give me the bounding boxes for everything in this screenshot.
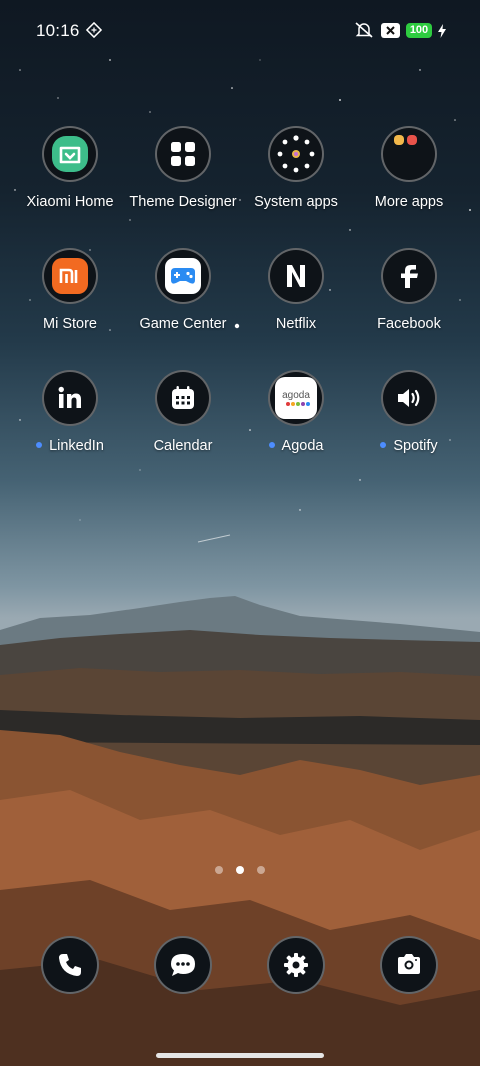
app-label-with-new-dot: LinkedIn [14, 438, 126, 454]
charging-bolt-icon [438, 24, 446, 43]
xiaomi-home-icon [42, 126, 98, 182]
app-facebook[interactable]: Facebook [353, 248, 465, 332]
gesture-home-bar[interactable] [156, 1053, 324, 1058]
folder-label: More apps [374, 194, 444, 210]
app-label: Theme Designer [129, 194, 237, 210]
linkedin-icon [42, 370, 98, 426]
spotify-icon [381, 370, 437, 426]
app-label: Spotify [393, 438, 438, 454]
sim-disabled-icon [381, 23, 400, 43]
app-xiaomi-home[interactable]: Xiaomi Home [14, 126, 126, 210]
app-mi-store[interactable]: Mi Store [14, 248, 126, 332]
status-time: 10:16 [36, 21, 80, 40]
app-label: Calendar [153, 438, 213, 454]
dock-messages[interactable] [127, 936, 239, 994]
silent-mode-icon [354, 21, 374, 44]
app-label: Facebook [377, 316, 441, 332]
mi-store-icon [42, 248, 98, 304]
battery-level: 100 [406, 23, 432, 38]
app-label: Agoda [281, 438, 324, 454]
agoda-logo-text: agoda [282, 390, 310, 401]
game-center-icon [155, 248, 211, 304]
more-apps-folder-icon [381, 126, 437, 182]
settings-icon [267, 936, 325, 994]
app-label: LinkedIn [49, 438, 104, 454]
app-label: Xiaomi Home [26, 194, 114, 210]
dock-phone[interactable] [14, 936, 126, 994]
app-linkedin[interactable]: LinkedIn [14, 370, 126, 454]
page-dot-active[interactable] [236, 866, 244, 874]
app-label-with-new-dot: Spotify [353, 438, 465, 454]
folder-more-apps[interactable]: More apps [353, 126, 465, 210]
phone-icon [41, 936, 99, 994]
app-calendar[interactable]: Calendar [127, 370, 239, 454]
app-netflix[interactable]: Netflix [240, 248, 352, 332]
new-install-dot [268, 442, 275, 449]
status-bar: 10:16 100 [0, 0, 480, 62]
new-install-dot [380, 442, 387, 449]
agoda-icon: agoda [268, 370, 324, 426]
facebook-icon [381, 248, 437, 304]
app-label: Netflix [275, 316, 317, 332]
calendar-icon [155, 370, 211, 426]
app-theme-designer[interactable]: Theme Designer [127, 126, 239, 210]
folder-label: System apps [254, 194, 338, 210]
netflix-icon [268, 248, 324, 304]
app-label: Mi Store [43, 316, 97, 332]
app-label: Game Center [139, 316, 227, 332]
folder-system-apps[interactable]: System apps [240, 126, 352, 210]
page-dot[interactable] [257, 866, 265, 874]
network-diamond-icon [85, 21, 103, 43]
dock-settings[interactable] [240, 936, 352, 994]
page-indicator [213, 866, 267, 876]
app-spotify[interactable]: Spotify [353, 370, 465, 454]
page-dot[interactable] [215, 866, 223, 874]
app-label-with-new-dot: Agoda [240, 438, 352, 454]
app-game-center[interactable]: Game Center [127, 248, 239, 332]
new-install-dot [36, 442, 43, 449]
app-agoda[interactable]: agoda Agoda [240, 370, 352, 454]
messages-icon [154, 936, 212, 994]
theme-designer-icon [155, 126, 211, 182]
system-apps-folder-icon [268, 126, 324, 182]
dock-camera[interactable] [353, 936, 465, 994]
camera-icon [380, 936, 438, 994]
